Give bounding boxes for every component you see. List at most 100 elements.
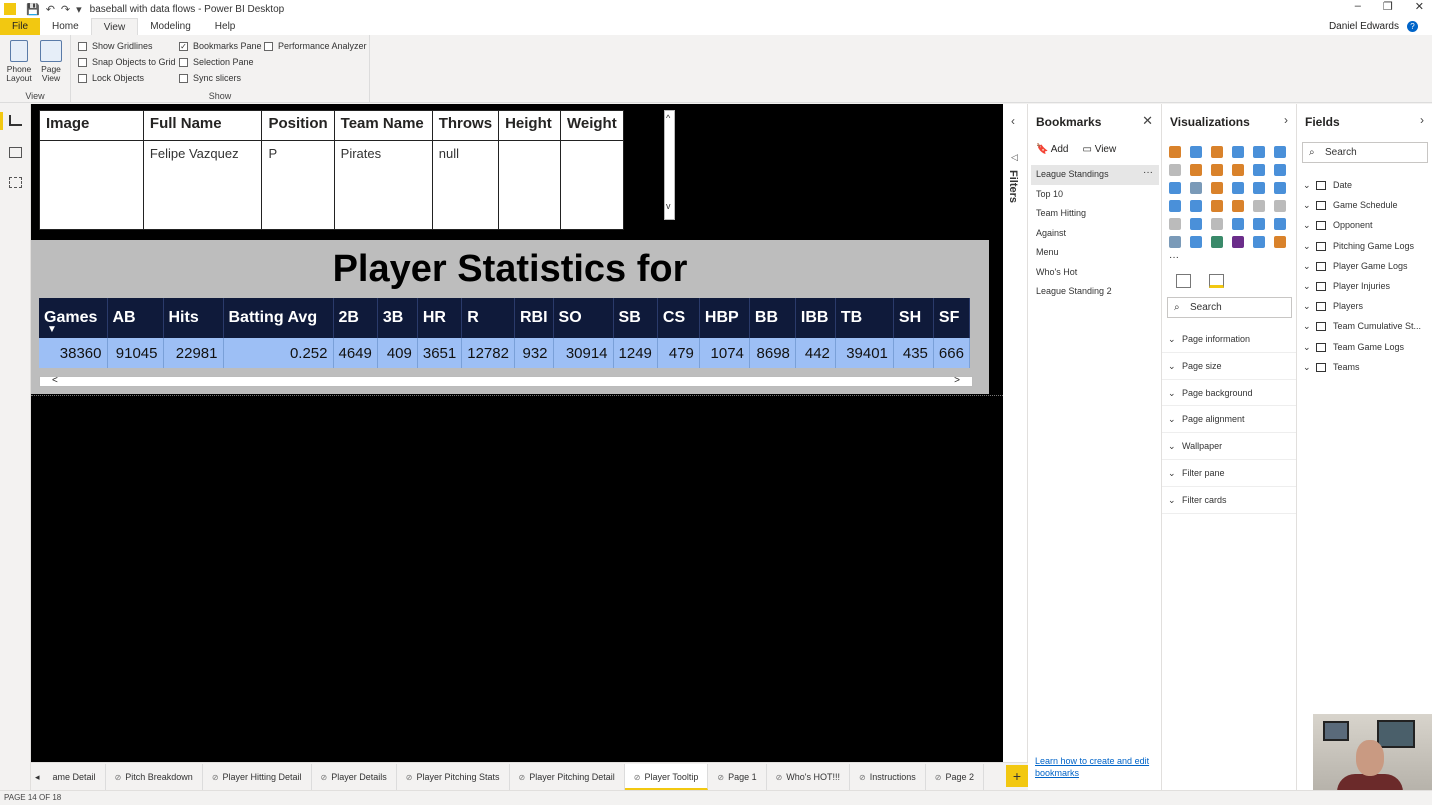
field-table-item[interactable]: ⌄ Opponent <box>1300 215 1430 235</box>
visual-type-icon[interactable] <box>1190 164 1202 176</box>
field-table-item[interactable]: ⌄ Player Game Logs <box>1300 256 1430 276</box>
data-view-icon[interactable] <box>9 147 22 158</box>
visual-type-icon[interactable] <box>1274 182 1286 194</box>
detail-table-scrollbar[interactable]: ^ v <box>664 110 675 220</box>
lock-objects-checkbox[interactable]: Lock Objects <box>78 73 144 83</box>
stats-visual[interactable]: Games ▼ AB Hits Batting Avg 2B 3B HR R RBI SO SB CS H… <box>31 294 989 394</box>
page-tab[interactable]: ⊘ Player Details <box>312 763 397 790</box>
page-tab[interactable]: ⊘ Player Pitching Stats <box>397 763 510 790</box>
header-weight[interactable]: Weight <box>559 110 625 141</box>
header-team-name[interactable]: Team Name <box>333 110 433 141</box>
stats-horizontal-scrollbar[interactable]: < > <box>39 375 973 387</box>
visual-type-icon[interactable] <box>1169 236 1181 248</box>
visual-type-icon[interactable] <box>1169 164 1181 176</box>
chevron-down-icon[interactable]: ⌄ <box>1303 337 1311 357</box>
redo-icon[interactable]: ↷ <box>61 3 70 16</box>
visual-type-icon[interactable] <box>1211 236 1223 248</box>
stats-header-batting-avg[interactable]: Batting Avg <box>223 298 334 338</box>
format-section[interactable]: ⌄ Filter pane <box>1162 460 1296 487</box>
chevron-down-icon[interactable]: ⌄ <box>1303 195 1311 215</box>
fields-well-icon[interactable] <box>1176 274 1191 288</box>
view-bookmark-button[interactable]: ▭ View <box>1082 144 1116 155</box>
header-full-name[interactable]: Full Name <box>142 110 263 141</box>
field-table-item[interactable]: ⌄ Team Game Logs <box>1300 337 1430 357</box>
stats-header-rbi[interactable]: RBI <box>514 298 554 338</box>
visual-type-icon[interactable] <box>1253 146 1265 158</box>
chevron-right-icon[interactable]: › <box>1284 113 1288 127</box>
field-table-item[interactable]: ⌄ Pitching Game Logs <box>1300 236 1430 256</box>
user-name[interactable]: Daniel Edwards <box>1329 21 1399 32</box>
field-table-item[interactable]: ⌄ Players <box>1300 296 1430 316</box>
tabs-scroll-left-icon[interactable]: ◂ <box>31 764 44 790</box>
sync-slicers-checkbox[interactable]: Sync slicers <box>179 73 241 83</box>
visual-type-icon[interactable] <box>1169 182 1181 194</box>
stats-table[interactable]: Games ▼ AB Hits Batting Avg 2B 3B HR R RBI SO SB CS H… <box>39 298 970 368</box>
stats-header-games[interactable]: Games ▼ <box>39 298 108 338</box>
bookmark-item[interactable]: Against <box>1031 224 1159 244</box>
visual-type-icon[interactable] <box>1211 146 1223 158</box>
report-view-icon[interactable] <box>9 115 22 126</box>
header-image[interactable]: Image <box>39 110 144 141</box>
field-table-item[interactable]: ⌄ Date <box>1300 175 1430 195</box>
page-tab[interactable]: ⊘ Player Tooltip <box>624 763 709 790</box>
page-tab[interactable]: ⊘ Pitch Breakdown <box>106 763 203 790</box>
bookmark-item[interactable]: Top 10 <box>1031 185 1159 205</box>
performance-analyzer-checkbox[interactable]: Performance Analyzer <box>264 41 367 51</box>
chevron-down-icon[interactable]: ⌄ <box>1303 175 1311 195</box>
visual-type-icon[interactable] <box>1232 146 1244 158</box>
scroll-up-icon[interactable]: ^ <box>666 113 670 123</box>
tab-help[interactable]: Help <box>203 18 248 35</box>
visual-type-icon[interactable] <box>1190 218 1202 230</box>
visual-type-icon[interactable] <box>1274 146 1286 158</box>
stats-header-sh[interactable]: SH <box>893 298 934 338</box>
scroll-right-icon[interactable]: > <box>954 375 960 386</box>
table-row[interactable]: Felipe Vazquez P Pirates null <box>39 140 625 230</box>
page-tab[interactable]: ⊘ Page 1 <box>708 763 767 790</box>
visual-type-icon[interactable] <box>1211 182 1223 194</box>
stats-header-tb[interactable]: TB <box>835 298 894 338</box>
field-table-item[interactable]: ⌄ Team Cumulative St... <box>1300 316 1430 336</box>
restore-button[interactable]: ❐ <box>1383 0 1393 13</box>
help-icon[interactable]: ? <box>1407 21 1418 32</box>
stats-header-hr[interactable]: HR <box>417 298 463 338</box>
visual-type-icon[interactable] <box>1232 200 1244 212</box>
field-table-item[interactable]: ⌄ Player Injuries <box>1300 276 1430 296</box>
scroll-down-icon[interactable]: v <box>666 201 671 211</box>
visual-type-icon[interactable] <box>1232 236 1244 248</box>
chevron-down-icon[interactable]: ⌄ <box>1303 215 1311 235</box>
page-tab[interactable]: ⊘ Player Pitching Detail <box>510 763 625 790</box>
chevron-left-icon[interactable]: ‹ <box>1011 114 1015 128</box>
field-table-item[interactable]: ⌄ Teams <box>1300 357 1430 377</box>
stats-header-bb[interactable]: BB <box>749 298 796 338</box>
visual-type-icon[interactable] <box>1190 236 1202 248</box>
bookmark-item[interactable]: League Standing 2 <box>1031 282 1159 302</box>
visual-type-icon[interactable] <box>1274 200 1286 212</box>
visual-type-icon[interactable] <box>1190 200 1202 212</box>
bookmark-item[interactable]: Menu <box>1031 243 1159 263</box>
stats-header-cs[interactable]: CS <box>657 298 700 338</box>
filters-pane-collapsed[interactable]: ‹ ◁ Filters <box>1003 104 1028 790</box>
minimize-button[interactable]: – <box>1355 0 1361 13</box>
visual-type-icon[interactable] <box>1190 182 1202 194</box>
stats-header-3b[interactable]: 3B <box>377 298 418 338</box>
stats-header-ibb[interactable]: IBB <box>795 298 836 338</box>
model-view-icon[interactable] <box>9 177 22 188</box>
visual-type-icon[interactable] <box>1169 218 1181 230</box>
add-page-button[interactable]: + <box>1006 765 1028 787</box>
format-section[interactable]: ⌄ Wallpaper <box>1162 433 1296 460</box>
snap-objects-checkbox[interactable]: Snap Objects to Grid <box>78 57 176 67</box>
format-section[interactable]: ⌄ Page alignment <box>1162 406 1296 434</box>
tab-modeling[interactable]: Modeling <box>138 18 203 35</box>
chevron-down-icon[interactable]: ⌄ <box>1303 357 1311 377</box>
visual-type-icon[interactable] <box>1211 164 1223 176</box>
tab-file[interactable]: File <box>0 18 40 35</box>
format-section[interactable]: ⌄ Page information <box>1162 326 1296 353</box>
bookmark-item[interactable]: Team Hitting <box>1031 204 1159 224</box>
chevron-down-icon[interactable]: ⌄ <box>1303 316 1311 336</box>
format-paint-roller-icon[interactable] <box>1209 274 1224 288</box>
visual-type-icon[interactable] <box>1232 218 1244 230</box>
visual-type-icon[interactable] <box>1232 182 1244 194</box>
visual-type-icon[interactable] <box>1190 146 1202 158</box>
stats-header-sb[interactable]: SB <box>613 298 658 338</box>
scroll-left-icon[interactable]: < <box>52 375 58 386</box>
